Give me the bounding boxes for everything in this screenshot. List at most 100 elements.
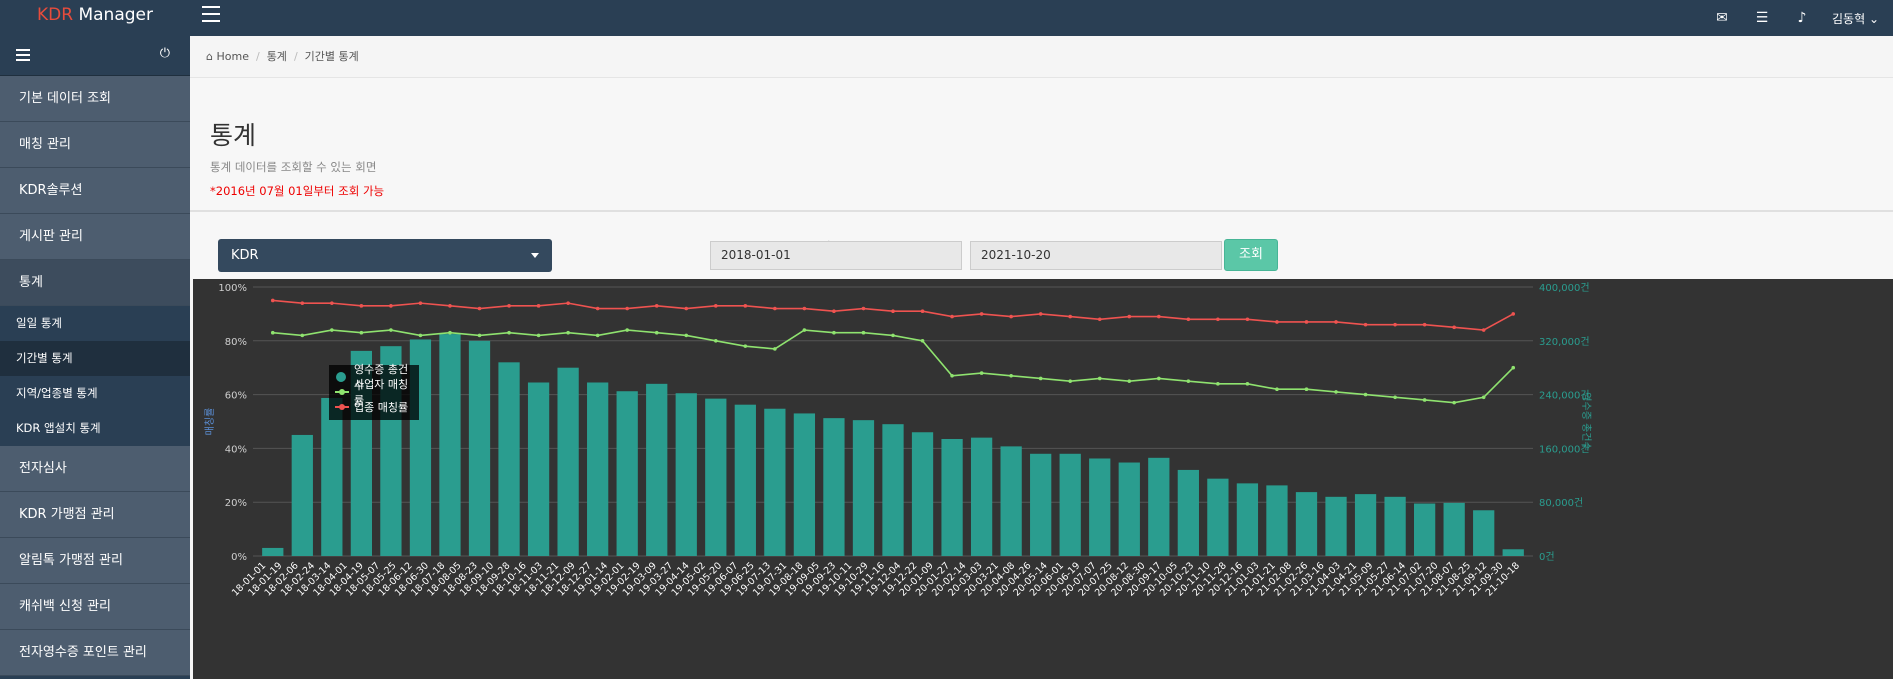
receipt-bar xyxy=(1502,549,1524,556)
receipt-bar xyxy=(1089,458,1111,556)
user-menu[interactable]: 김동혁 ⌄ xyxy=(1822,10,1883,27)
sidebar-item-cashback[interactable]: 캐쉬백 신청 관리 xyxy=(0,584,190,630)
power-icon[interactable]: ⏻ xyxy=(160,46,170,61)
chevron-down-icon: ⌄ xyxy=(1868,11,1879,26)
business-match-point xyxy=(979,371,984,375)
bell-icon[interactable]: ♪ xyxy=(1782,10,1822,26)
industry-match-point xyxy=(1304,320,1309,324)
industry-match-point xyxy=(861,306,866,311)
legend-marker-business-match xyxy=(335,387,349,397)
business-match-point xyxy=(448,330,452,335)
breadcrumb-home[interactable]: ⌂ Home xyxy=(206,50,249,63)
business-match-point xyxy=(684,333,689,338)
industry-match-point xyxy=(891,309,895,314)
industry-match-point xyxy=(654,304,659,308)
sidebar: ⏻ 기본 데이터 조회 매칭 관리 KDR솔루션 게시판 관리 통계 일일 통계… xyxy=(0,36,190,679)
end-date-input[interactable]: 2021-10-20 xyxy=(970,241,1222,270)
sidebar-item-board[interactable]: 게시판 관리 xyxy=(0,214,190,260)
search-button[interactable]: 조회 xyxy=(1224,239,1278,271)
tasks-icon[interactable]: ☰ xyxy=(1742,10,1782,26)
business-match-point xyxy=(1304,387,1309,392)
sidebar-subitem-daily[interactable]: 일일 통계 xyxy=(0,306,190,341)
industry-match-point xyxy=(1422,322,1427,327)
y-right-tick-label: 0건 xyxy=(1539,551,1555,563)
business-match-point xyxy=(1511,365,1516,370)
receipt-bar xyxy=(734,404,756,556)
business-match-point xyxy=(389,328,393,332)
industry-match-point xyxy=(832,309,836,314)
receipt-bar xyxy=(557,367,579,556)
sidebar-subitem-period[interactable]: 기간별 통계 xyxy=(0,341,190,376)
business-match-point xyxy=(566,330,570,335)
start-date-input[interactable]: 2018-01-01 xyxy=(710,241,962,270)
sidebar-item-e-receipt-points[interactable]: 전자영수증 포인트 관리 xyxy=(0,630,190,676)
business-match-point xyxy=(1216,382,1220,386)
industry-match-point xyxy=(1009,314,1013,319)
y-right-tick-label: 80,000건 xyxy=(1539,497,1583,509)
receipt-bar xyxy=(1030,453,1052,556)
receipt-bar xyxy=(1059,453,1081,556)
y-left-tick-label: 20% xyxy=(225,498,247,509)
period-statistics-chart: 0% 20% 40% 60% 80% 100% 0건 80,000건 160,000건 240,0… xyxy=(193,279,1893,679)
business-match-point xyxy=(802,328,807,332)
y-right-tick-label: 320,000건 xyxy=(1539,336,1590,348)
sidebar-item-basic-data[interactable]: 기본 데이터 조회 xyxy=(0,76,190,122)
industry-match-point xyxy=(418,301,423,305)
receipt-bar xyxy=(941,438,963,556)
bars-icon[interactable] xyxy=(16,49,30,64)
business-match-point xyxy=(507,330,511,335)
industry-match-line xyxy=(272,299,1514,331)
receipt-bar xyxy=(468,340,491,556)
menu-toggle-icon[interactable] xyxy=(202,6,220,22)
sidebar-subitem-region[interactable]: 지역/업종별 통계 xyxy=(0,376,190,411)
sidebar-header: ⏻ xyxy=(0,36,190,76)
legend-label-industry-match: 업종 매칭률 xyxy=(354,400,409,414)
receipt-bar xyxy=(1443,502,1465,556)
sidebar-item-alimtalk-merchant[interactable]: 알림톡 가맹점 관리 xyxy=(0,538,190,584)
business-match-point xyxy=(1422,398,1427,402)
legend-item-industry-match[interactable]: 업종 매칭률 xyxy=(335,399,413,414)
business-match-point xyxy=(359,330,364,335)
receipt-bar xyxy=(705,398,727,556)
main-content: ⌂ Home / 통계 / 기간별 통계 통계 통계 데이터를 조회할 수 있는 회면 … xyxy=(190,36,1893,679)
brand-accent: KDR xyxy=(37,5,74,25)
industry-match-point xyxy=(536,304,541,308)
receipt-bar xyxy=(882,424,904,556)
breadcrumb-statistics[interactable]: 통계 xyxy=(267,50,287,63)
industry-match-point xyxy=(1097,317,1102,322)
sidebar-item-kdr-solution[interactable]: KDR솔루션 xyxy=(0,168,190,214)
industry-match-point xyxy=(270,298,275,303)
y-left-tick-label: 60% xyxy=(225,391,247,402)
business-match-point xyxy=(832,330,836,335)
y-left-tick-label: 100% xyxy=(218,283,247,294)
industry-match-point xyxy=(1334,320,1338,324)
industry-match-point xyxy=(1275,320,1279,324)
breadcrumb-home-label: Home xyxy=(216,50,249,63)
brand-logo[interactable]: KDR Manager xyxy=(0,0,190,36)
business-match-point xyxy=(595,333,600,338)
business-match-point xyxy=(1334,390,1338,394)
industry-match-point xyxy=(359,304,364,308)
receipt-bar xyxy=(1325,496,1347,556)
industry-match-point xyxy=(595,306,600,311)
sidebar-item-e-review[interactable]: 전자심사 xyxy=(0,446,190,492)
sidebar-subitem-app-install[interactable]: KDR 앱설치 통계 xyxy=(0,411,190,446)
business-match-point xyxy=(1452,400,1456,405)
envelope-icon[interactable]: ✉ xyxy=(1702,10,1742,26)
y-right-axis-title: 영수증 총건수 xyxy=(1580,392,1592,450)
industry-match-point xyxy=(625,306,629,311)
business-match-point xyxy=(477,333,482,338)
receipt-bar xyxy=(1000,446,1022,556)
receipt-bar xyxy=(764,408,786,556)
industry-match-point xyxy=(684,306,689,311)
breadcrumb-separator: / xyxy=(293,50,298,63)
sidebar-item-kdr-merchant[interactable]: KDR 가맹점 관리 xyxy=(0,492,190,538)
y-left-axis-title: 매칭률 xyxy=(204,408,216,436)
receipt-bar xyxy=(1413,503,1436,556)
y-left-tick-label: 80% xyxy=(225,337,247,348)
sidebar-item-matching[interactable]: 매칭 관리 xyxy=(0,122,190,168)
service-select[interactable]: KDR xyxy=(218,239,552,272)
sidebar-item-statistics[interactable]: 통계 xyxy=(0,260,190,306)
legend-item-business-match[interactable]: 사업자 매칭률 xyxy=(335,378,413,407)
home-icon: ⌂ xyxy=(206,50,213,63)
